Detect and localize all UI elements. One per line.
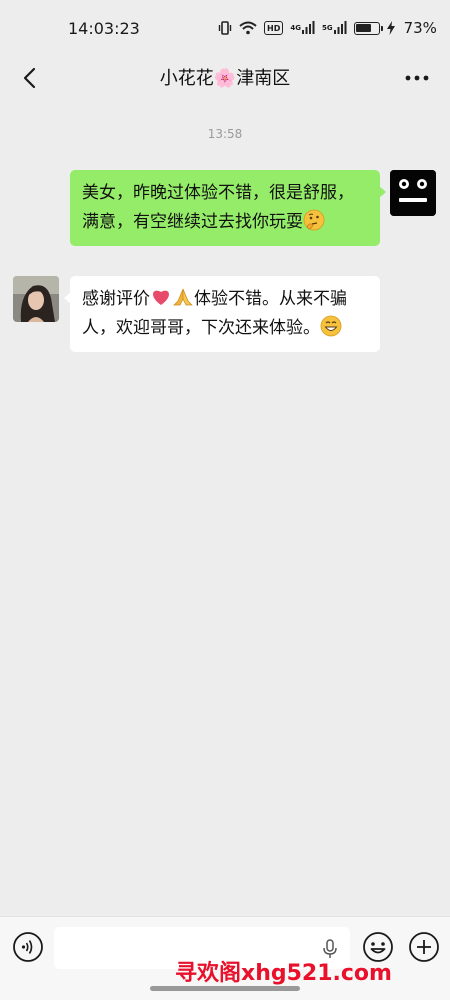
status-time: 14:03:23 [68,19,140,38]
signal-icon-2: 5G [322,21,347,35]
signal-icon-1: 4G [290,21,315,35]
voice-icon [13,932,43,962]
bubble-tail [64,292,71,304]
status-bar: 14:03:23 HD 4G 5G 73% [0,0,450,56]
vibrate-icon [218,20,232,36]
battery-fill [356,24,372,32]
red-heart-emoji [150,286,172,308]
message-bubble-received[interactable]: 感谢评价 体验不错。从来不骗人，欢迎哥哥，下次还来体验。 [64,276,380,352]
hd-badge: HD [264,21,284,35]
folded-hands-emoji [172,286,194,308]
thinking-face-emoji [303,209,325,231]
voice-button[interactable] [12,931,44,963]
more-button[interactable] [402,64,432,92]
bubble-tail [379,186,386,198]
network-tag-2: 5G [321,24,333,32]
contact-avatar[interactable] [13,276,59,322]
charging-icon [386,21,395,35]
message-row-sent: 美女，昨晚过体验不错，很是舒服，满意，有空继续过去找你玩耍 [0,170,450,265]
network-tag-1: 4G [290,24,301,32]
watermark: 寻欢阁xhg521.com [175,961,392,986]
ellipsis-icon [405,75,429,81]
status-icons: HD 4G 5G 73% [218,18,437,38]
message-bubble-sent[interactable]: 美女，昨晚过体验不错，很是舒服，满意，有空继续过去找你玩耍 [70,170,386,246]
my-avatar[interactable] [390,170,436,216]
robot-face-icon [390,170,436,216]
plus-icon [409,932,439,962]
message-text-part1: 感谢评价 [82,289,150,309]
grinning-face-emoji [320,315,342,337]
battery-icon [353,21,383,35]
wifi-icon [239,21,257,35]
chat-header: 小花花🌸津南区 [0,56,450,100]
chat-title: 小花花🌸津南区 [159,68,291,89]
message-row-received: 感谢评价 体验不错。从来不骗人，欢迎哥哥，下次还来体验。 [0,276,450,371]
battery-percent: 73% [403,19,437,37]
contact-photo [13,276,59,322]
chat-timestamp: 13:58 [207,127,243,141]
plus-button[interactable] [408,931,440,963]
